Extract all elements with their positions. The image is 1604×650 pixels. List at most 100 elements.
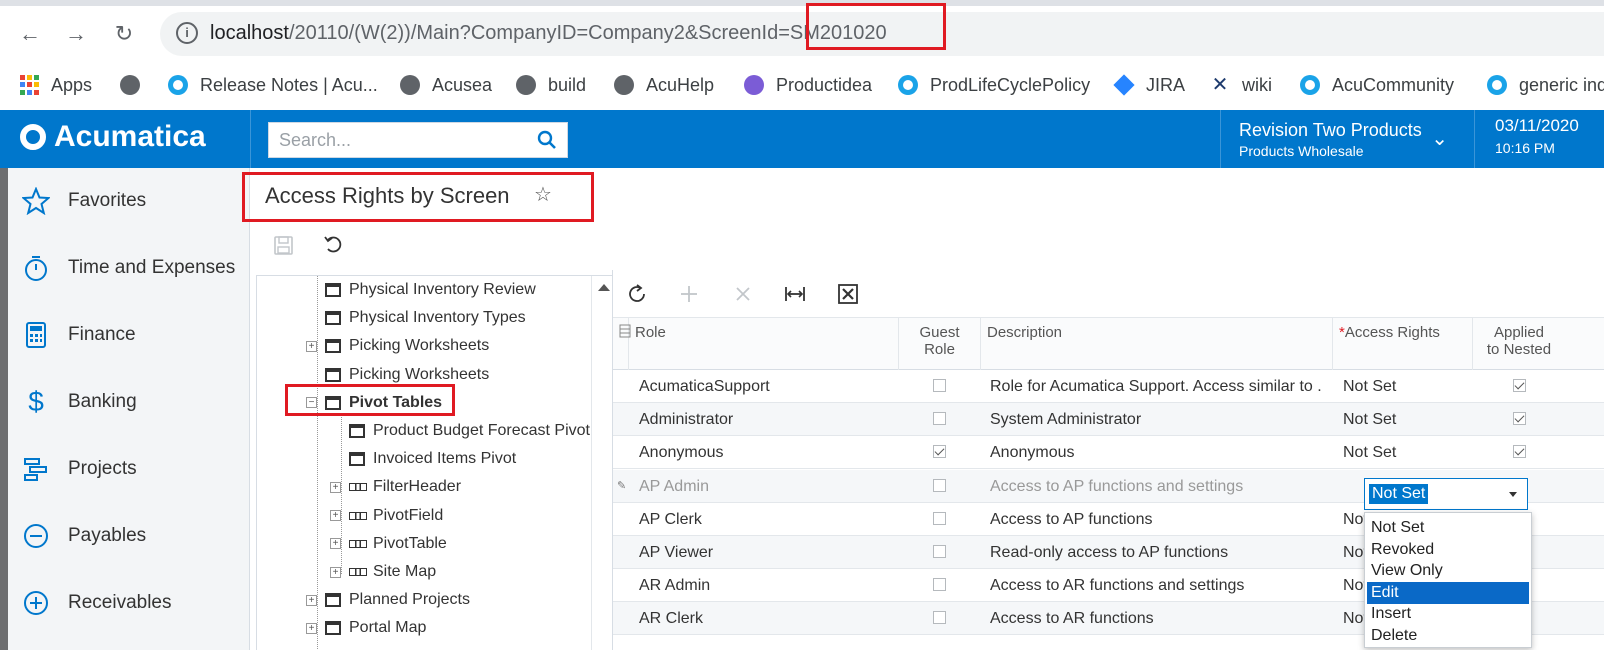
- fit-columns-icon[interactable]: [783, 282, 807, 306]
- guest-role-checkbox[interactable]: [933, 578, 946, 592]
- dropdown-caret-icon[interactable]: [1509, 492, 1517, 497]
- bookmark-apps[interactable]: Apps: [20, 72, 92, 98]
- nav-item-payables[interactable]: Payables: [8, 503, 250, 569]
- dropdown-option[interactable]: Revoked: [1367, 539, 1529, 561]
- tree-node[interactable]: + Planned Projects: [306, 586, 470, 614]
- add-favorite-star-icon[interactable]: ☆: [534, 182, 552, 207]
- dropdown-option[interactable]: Edit: [1367, 581, 1529, 604]
- guest-role-checkbox[interactable]: [933, 545, 946, 558]
- description-cell[interactable]: Role for Acumatica Support. Access simil…: [990, 370, 1322, 403]
- export-excel-icon[interactable]: [836, 282, 860, 306]
- tree-node[interactable]: + PivotTable: [330, 530, 447, 558]
- bookmark-prodlifecyclepolicy[interactable]: ProdLifeCyclePolicy: [898, 72, 1090, 98]
- guest-role-checkbox[interactable]: [933, 511, 946, 525]
- site-info-icon[interactable]: i: [176, 22, 198, 44]
- guest-role-column-header[interactable]: Guest Role: [899, 318, 981, 370]
- description-cell[interactable]: System Administrator: [990, 403, 1322, 436]
- date-selector[interactable]: 03/11/2020 10:16 PM: [1495, 116, 1579, 156]
- role-cell[interactable]: AP Clerk: [639, 503, 894, 536]
- access-rights-column-header[interactable]: *Access Rights: [1333, 318, 1473, 370]
- bookmark-productidea[interactable]: Productidea: [744, 72, 872, 98]
- guest-role-checkbox[interactable]: [933, 478, 946, 492]
- guest-role-checkbox[interactable]: [933, 445, 946, 459]
- guest-role-checkbox[interactable]: [933, 611, 946, 625]
- add-row-icon[interactable]: [677, 282, 701, 306]
- bookmark-globe[interactable]: [120, 72, 152, 98]
- expand-icon[interactable]: +: [330, 510, 341, 522]
- expand-icon[interactable]: +: [306, 594, 317, 606]
- role-cell[interactable]: AR Admin: [639, 569, 894, 602]
- applied-to-nested-column-header[interactable]: Applied to Nested: [1473, 318, 1565, 370]
- save-icon[interactable]: [272, 234, 296, 258]
- table-row[interactable]: AcumaticaSupport Role for Acumatica Suppo…: [613, 370, 1604, 403]
- description-cell[interactable]: Access to AR functions: [990, 602, 1322, 635]
- delete-row-icon[interactable]: [731, 282, 755, 306]
- tree-node[interactable]: + FilterHeader: [330, 473, 461, 501]
- role-cell[interactable]: AP Admin: [639, 470, 894, 503]
- applied-to-nested-checkbox[interactable]: [1513, 379, 1526, 392]
- description-cell[interactable]: Read-only access to AP functions: [990, 536, 1322, 569]
- expand-icon[interactable]: +: [306, 340, 317, 352]
- branch-selector[interactable]: Revision Two Products Products Wholesale…: [1220, 110, 1475, 168]
- description-cell[interactable]: Access to AP functions and settings: [990, 470, 1322, 503]
- back-icon[interactable]: ←: [16, 20, 44, 48]
- access-rights-cell[interactable]: Not Set: [1343, 436, 1463, 469]
- bookmark-release-notes[interactable]: Release Notes | Acu...: [168, 72, 378, 98]
- access-rights-cell[interactable]: Not Set: [1343, 403, 1463, 436]
- role-cell[interactable]: AP Viewer: [639, 536, 894, 569]
- expand-icon[interactable]: +: [306, 622, 317, 634]
- description-cell[interactable]: Access to AP functions: [990, 503, 1322, 536]
- nav-item-finance[interactable]: Finance: [8, 302, 250, 368]
- reload-icon[interactable]: ↻: [110, 20, 138, 48]
- tree-node[interactable]: + Picking Worksheets: [306, 332, 489, 360]
- role-cell[interactable]: AR Clerk: [639, 602, 894, 635]
- table-row[interactable]: Anonymous Anonymous Not Set: [613, 436, 1604, 470]
- forward-icon[interactable]: →: [62, 20, 90, 48]
- acumatica-logo[interactable]: Acumatica: [20, 120, 206, 154]
- role-column-header[interactable]: Role: [629, 318, 899, 370]
- bookmark-jira[interactable]: JIRA: [1113, 72, 1185, 98]
- refresh-icon[interactable]: [625, 282, 649, 306]
- tree-node[interactable]: + Site Map: [330, 558, 436, 586]
- table-row[interactable]: Administrator System Administrator Not Set: [613, 403, 1604, 437]
- nav-item-favorites[interactable]: Favorites: [8, 168, 250, 234]
- guest-role-checkbox[interactable]: [933, 379, 946, 392]
- tree-node[interactable]: Physical Inventory Review: [306, 276, 536, 304]
- role-cell[interactable]: Anonymous: [639, 436, 894, 469]
- nav-item-banking[interactable]: $ Banking: [8, 369, 250, 435]
- bookmark-generic[interactable]: generic inq: [1487, 72, 1604, 98]
- tree-node[interactable]: + PivotField: [330, 502, 443, 530]
- expand-icon[interactable]: +: [330, 481, 341, 493]
- dropdown-option[interactable]: Not Set: [1367, 517, 1529, 539]
- tree-node[interactable]: + Portal Map: [306, 614, 426, 642]
- dropdown-option[interactable]: View Only: [1367, 560, 1529, 582]
- undo-icon[interactable]: [322, 232, 346, 256]
- dropdown-option[interactable]: Delete: [1367, 625, 1529, 647]
- tree-node[interactable]: Invoiced Items Pivot: [330, 445, 516, 473]
- bookmark-wiki[interactable]: ✕ wiki: [1210, 72, 1272, 98]
- bookmark-acuhelp[interactable]: AcuHelp: [614, 72, 714, 98]
- nav-item-projects[interactable]: Projects: [8, 436, 250, 502]
- bookmark-acusea[interactable]: Acusea: [400, 72, 492, 98]
- role-cell[interactable]: Administrator: [639, 403, 894, 436]
- access-rights-dropdown[interactable]: Not Set: [1364, 478, 1528, 510]
- nav-item-receivables[interactable]: Receivables: [8, 570, 250, 636]
- scroll-up-icon[interactable]: [598, 284, 610, 291]
- applied-to-nested-checkbox[interactable]: [1513, 412, 1526, 426]
- tree-node[interactable]: Product Budget Forecast Pivot: [330, 417, 590, 445]
- expand-icon[interactable]: +: [330, 566, 341, 578]
- description-column-header[interactable]: Description: [981, 318, 1333, 370]
- search-input[interactable]: [269, 123, 529, 157]
- bookmark-build[interactable]: build: [516, 72, 586, 98]
- tree-node[interactable]: Physical Inventory Types: [306, 304, 526, 332]
- applied-to-nested-checkbox[interactable]: [1513, 445, 1526, 459]
- role-cell[interactable]: AcumaticaSupport: [639, 370, 894, 403]
- bookmark-acucommunity[interactable]: AcuCommunity: [1300, 72, 1454, 98]
- description-cell[interactable]: Anonymous: [990, 436, 1322, 469]
- expand-icon[interactable]: +: [330, 538, 341, 550]
- guest-role-checkbox[interactable]: [933, 412, 946, 426]
- search-icon[interactable]: [537, 130, 557, 150]
- access-rights-cell[interactable]: Not Set: [1343, 370, 1463, 403]
- nav-item-time-expenses[interactable]: Time and Expenses: [8, 235, 250, 301]
- dropdown-option[interactable]: Insert: [1367, 603, 1529, 625]
